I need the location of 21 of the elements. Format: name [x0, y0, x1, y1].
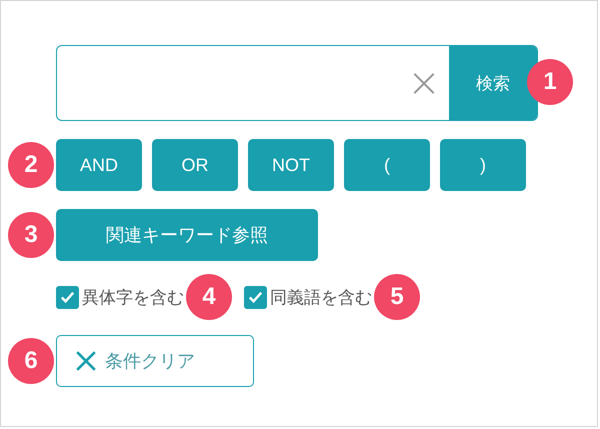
related-keywords-button[interactable]: 関連キーワード参照: [56, 209, 318, 261]
callout-badge: 2: [8, 142, 54, 188]
operator-button[interactable]: OR: [152, 139, 238, 191]
operator-button[interactable]: AND: [56, 139, 142, 191]
clear-conditions-button[interactable]: 条件クリア: [56, 335, 254, 387]
search-button[interactable]: 検索: [449, 46, 537, 120]
operator-button[interactable]: (: [344, 139, 430, 191]
search-field[interactable]: × 検索: [56, 45, 538, 121]
operator-button[interactable]: ): [440, 139, 526, 191]
checkbox-label: 異体字を含む: [82, 286, 184, 308]
callout-badge: 3: [8, 212, 54, 258]
checkbox-label: 同義語を含む: [270, 286, 372, 308]
callout-badge: 6: [8, 338, 54, 384]
clear-input-button[interactable]: ×: [399, 46, 449, 120]
callout-badge: 5: [374, 274, 420, 320]
close-icon: [75, 350, 97, 372]
operator-button[interactable]: NOT: [248, 139, 334, 191]
checkbox[interactable]: [244, 286, 267, 308]
callout-badge: 4: [186, 274, 232, 320]
checkbox[interactable]: [56, 286, 79, 308]
callout-badge: 1: [527, 59, 573, 105]
